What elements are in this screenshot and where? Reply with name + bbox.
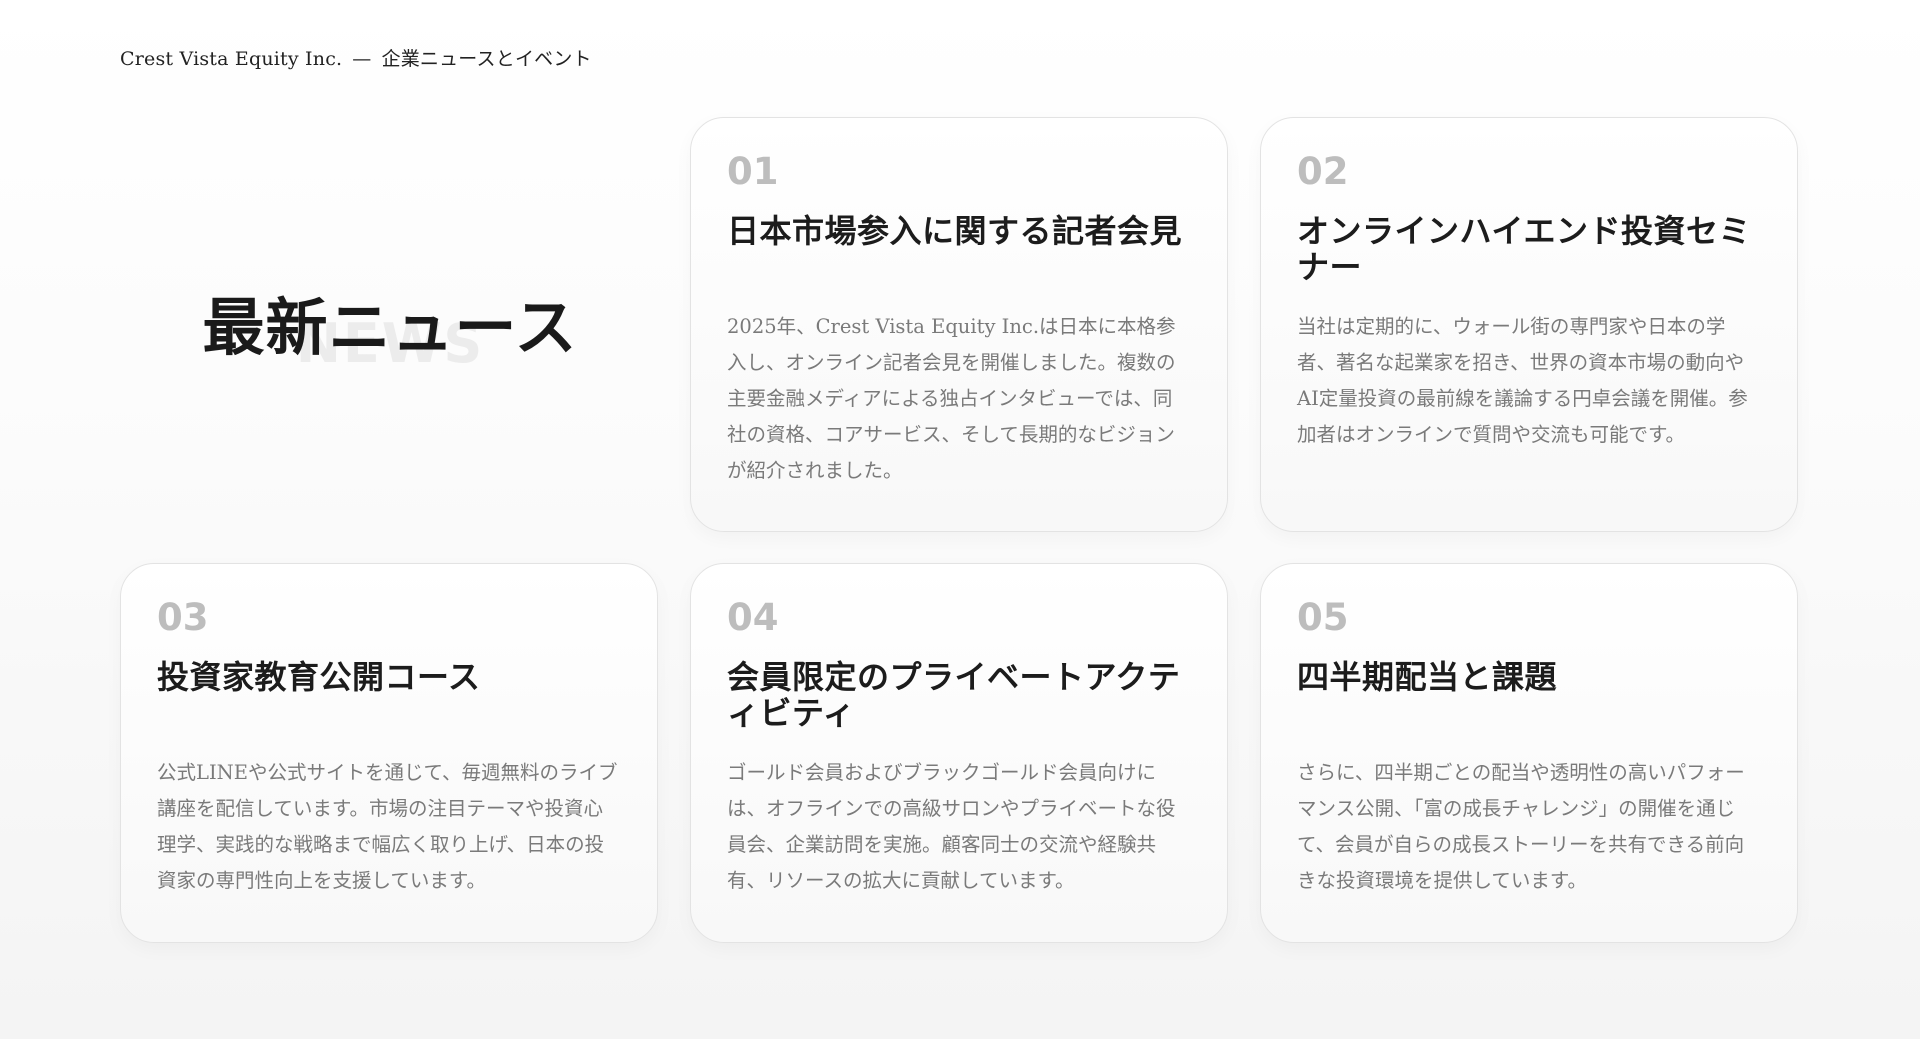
header-separator: —	[352, 48, 372, 70]
news-card-04[interactable]: 04 会員限定のプライベートアクティビティ ゴールド会員およびブラックゴールド会…	[690, 563, 1228, 943]
card-body: さらに、四半期ごとの配当や透明性の高いパフォーマンス公開、「富の成長チャレンジ」…	[1297, 761, 1745, 892]
card-number: 04	[727, 596, 779, 639]
card-number: 03	[157, 596, 209, 639]
card-title: 四半期配当と課題	[1297, 658, 1558, 696]
card-body: 公式LINEや公式サイトを通じて、毎週無料のライブ講座を配信しています。市場の注…	[157, 761, 618, 892]
page-header: Crest Vista Equity Inc. — 企業ニュースとイベント	[120, 44, 592, 71]
section-title: 企業ニュースとイベント	[381, 48, 592, 70]
card-body: ゴールド会員およびブラックゴールド会員向けには、オフラインでの高級サロンやプライ…	[727, 761, 1176, 892]
card-title: 会員限定のプライベートアクティビティ	[727, 658, 1181, 732]
hero-title: 最新ニュース	[202, 291, 578, 364]
card-body: 当社は定期的に、ウォール街の専門家や日本の学者、著名な起業家を招き、世界の資本市…	[1297, 315, 1748, 446]
card-body: 2025年、Crest Vista Equity Inc.は日本に本格参入し、オ…	[727, 315, 1176, 482]
card-number: 02	[1297, 150, 1349, 193]
card-number: 01	[727, 150, 779, 193]
news-card-02[interactable]: 02 オンラインハイエンド投資セミナー 当社は定期的に、ウォール街の専門家や日本…	[1260, 117, 1798, 532]
card-title: 日本市場参入に関する記者会見	[727, 212, 1183, 250]
card-title: オンラインハイエンド投資セミナー	[1297, 212, 1752, 286]
news-hero: NEWS 最新ニュース	[120, 117, 660, 532]
news-card-01[interactable]: 01 日本市場参入に関する記者会見 2025年、Crest Vista Equi…	[690, 117, 1228, 532]
news-card-03[interactable]: 03 投資家教育公開コース 公式LINEや公式サイトを通じて、毎週無料のライブ講…	[120, 563, 658, 943]
news-card-05[interactable]: 05 四半期配当と課題 さらに、四半期ごとの配当や透明性の高いパフォーマンス公開…	[1260, 563, 1798, 943]
card-title: 投資家教育公開コース	[157, 658, 481, 696]
card-number: 05	[1297, 596, 1349, 639]
company-name: Crest Vista Equity Inc.	[120, 48, 343, 70]
